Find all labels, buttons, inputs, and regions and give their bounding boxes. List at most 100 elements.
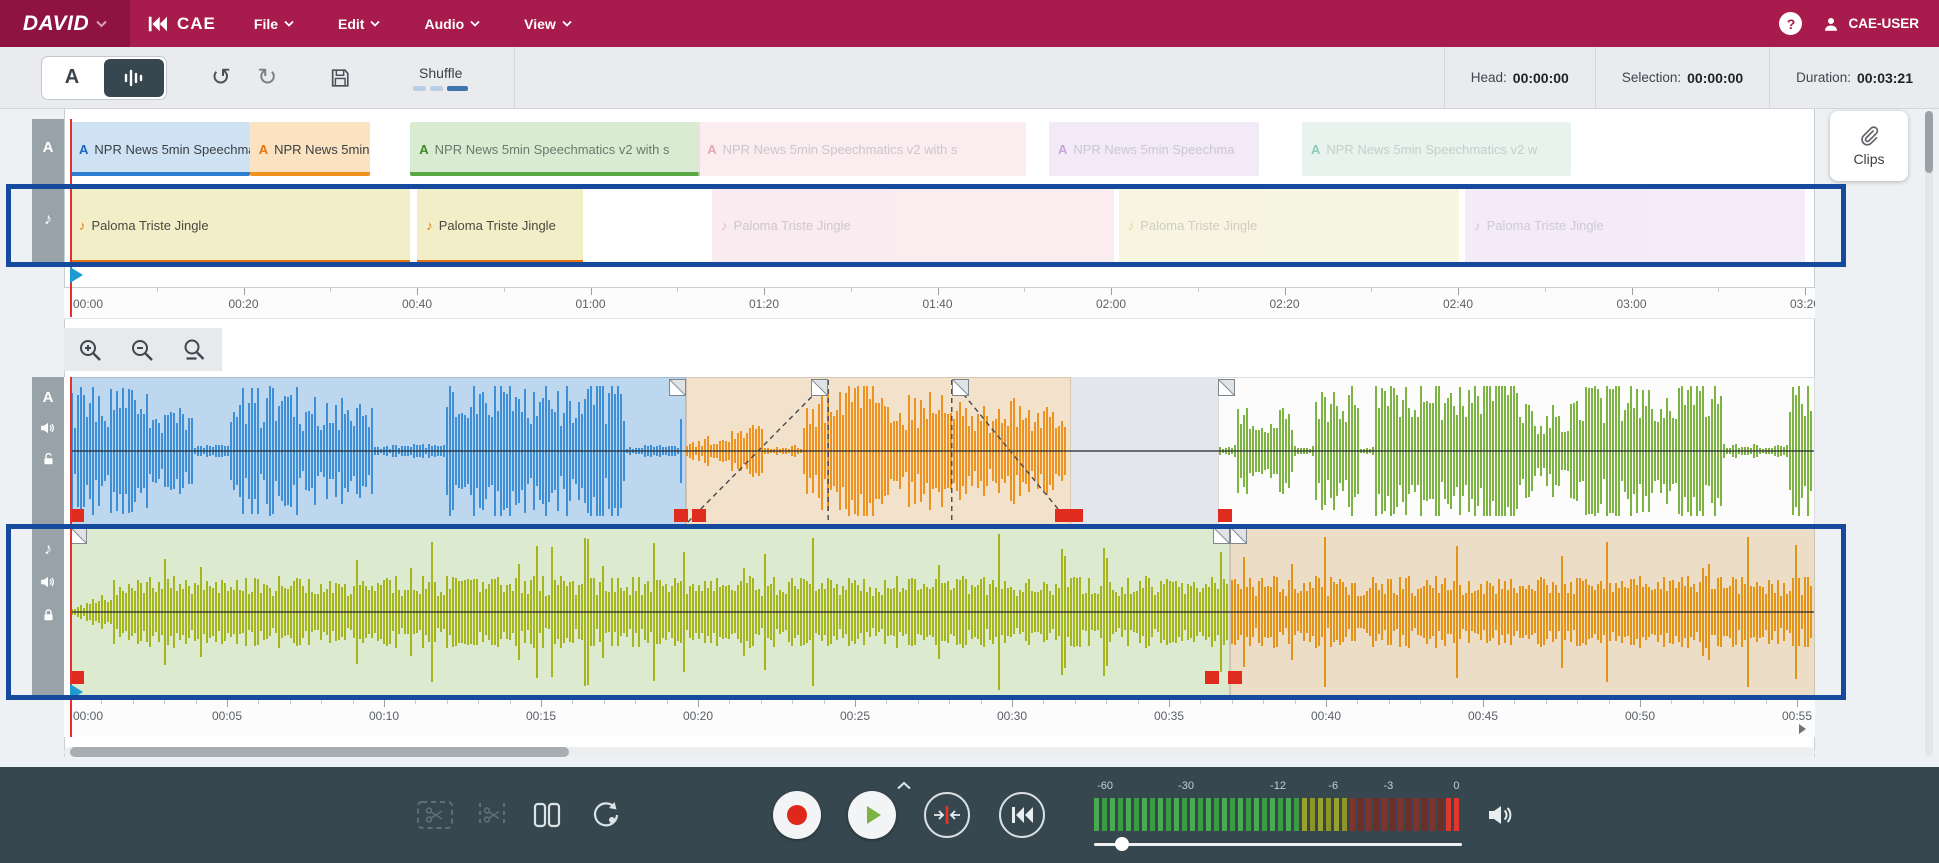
ruler-tick: [1766, 700, 1767, 704]
music-clip[interactable]: ♪Paloma Triste Jingle: [1465, 186, 1805, 264]
fade-handle[interactable]: [1230, 527, 1247, 544]
ruler-tick: [1703, 700, 1704, 704]
waveform-mode-button[interactable]: [104, 59, 164, 97]
music-track-icon[interactable]: ♪: [32, 211, 64, 229]
fade-handle[interactable]: [669, 379, 686, 396]
music-clip[interactable]: ♪Paloma Triste Jingle: [70, 186, 410, 264]
undo-button[interactable]: ↺: [211, 63, 231, 92]
ruler-tick: [729, 700, 730, 704]
zoom-out-button[interactable]: [116, 328, 168, 371]
fade-handle[interactable]: [1213, 527, 1230, 544]
shuffle-tool[interactable]: Shuffle: [413, 65, 468, 91]
speaker-icon[interactable]: [32, 575, 64, 594]
clip-label: NPR News 5min Speechmatics v2 with s: [435, 142, 670, 157]
track-type-a-icon[interactable]: A: [32, 389, 64, 406]
retake-icon: [588, 800, 622, 830]
scroll-right-arrow[interactable]: [1799, 724, 1806, 734]
ruler-tick: [1458, 288, 1459, 295]
stat-label: Head:: [1471, 70, 1507, 85]
ruler-tick: [604, 700, 605, 704]
vertical-scrollbar[interactable]: [1925, 111, 1933, 756]
play-button[interactable]: [848, 791, 896, 839]
cut-at-playhead-icon: [475, 799, 509, 831]
volume-slider-handle[interactable]: [1115, 837, 1129, 851]
david-logo[interactable]: DAVID: [0, 0, 130, 47]
fade-handle[interactable]: [70, 527, 87, 544]
help-icon: ?: [1787, 16, 1796, 32]
skip-to-start-button[interactable]: [999, 792, 1045, 838]
speech-clip[interactable]: ANPR News 5min Speechmatics v2 w: [1302, 122, 1571, 176]
horizontal-scrollbar[interactable]: [64, 747, 1815, 757]
speech-clip[interactable]: ANPR News 5min Speechmatics v2 with s: [70, 122, 250, 176]
lock-closed-icon[interactable]: [32, 607, 64, 629]
fade-handle[interactable]: [1218, 379, 1235, 396]
record-button[interactable]: [773, 791, 821, 839]
clip-edge-marker[interactable]: [1218, 509, 1232, 522]
ruler-tick: [886, 700, 887, 704]
razor-selection-button[interactable]: [416, 799, 454, 831]
clip-edge-marker[interactable]: [1055, 509, 1069, 522]
text-mode-label: A: [65, 66, 79, 88]
redo-button[interactable]: ↻: [257, 63, 277, 92]
music-clip[interactable]: ♪Paloma Triste Jingle: [417, 186, 583, 264]
monitor-speaker-icon[interactable]: [1487, 803, 1515, 827]
level-meter-scale: -60-30-12-6-30: [1094, 780, 1462, 793]
help-button[interactable]: ?: [1779, 12, 1802, 35]
music-clip[interactable]: ♪Paloma Triste Jingle: [1119, 186, 1459, 264]
paloma-jingle-clip-olive[interactable]: [70, 525, 1230, 699]
ruler-tick: [1012, 700, 1013, 707]
clip-edge-marker[interactable]: [1069, 509, 1083, 522]
speech-clip[interactable]: A NPR News 5min Speechmatics v2 with s: [410, 122, 700, 176]
overview-timeline-ruler[interactable]: 00:0000:2000:4001:0001:2001:4002:0002:20…: [64, 287, 1815, 319]
paloma-jingle-clip-orange[interactable]: [1230, 525, 1815, 699]
play-options-caret-icon[interactable]: [896, 781, 912, 790]
volume-slider[interactable]: [1094, 837, 1462, 851]
speech-clip[interactable]: ANPR News 5min Speechmatics v2 with s: [698, 122, 1026, 176]
zoom-to-selection-button[interactable]: [168, 328, 220, 371]
save-button[interactable]: [329, 67, 351, 89]
speech-clip[interactable]: ANPR News 5min Speechmatics v2 with s: [250, 122, 370, 176]
lock-open-icon[interactable]: [32, 451, 64, 473]
text-mode-button[interactable]: A: [42, 66, 102, 89]
clip-edge-marker[interactable]: [674, 509, 688, 522]
horizontal-scrollbar-thumb[interactable]: [70, 747, 569, 757]
ruler-label: 00:00: [73, 709, 103, 723]
split-view-button[interactable]: [532, 800, 562, 830]
clip-edge-marker[interactable]: [692, 509, 706, 522]
cut-at-playhead-button[interactable]: [475, 799, 509, 831]
go-to-playhead-button[interactable]: [924, 792, 970, 838]
speech-track-icon[interactable]: A: [32, 139, 64, 156]
main-playhead-marker[interactable]: [70, 684, 83, 700]
npr-speech-clip-green[interactable]: [1218, 377, 1815, 525]
clip-edge-marker[interactable]: [70, 509, 84, 522]
clip-edge-marker[interactable]: [1205, 671, 1219, 684]
menu-view[interactable]: View: [524, 16, 572, 32]
ruler-tick: [949, 700, 950, 704]
clips-panel-button[interactable]: Clips: [1830, 111, 1908, 181]
retake-button[interactable]: [588, 800, 622, 830]
ruler-tick: [157, 288, 158, 292]
volume-slider-track[interactable]: [1094, 843, 1462, 846]
speaker-icon[interactable]: [32, 421, 64, 440]
clip-edge-marker[interactable]: [70, 671, 84, 684]
npr-speech-clip-blue[interactable]: [70, 377, 686, 525]
zoom-in-button[interactable]: [64, 328, 116, 371]
fade-handle[interactable]: [811, 379, 828, 396]
vertical-scrollbar-thumb[interactable]: [1925, 111, 1933, 173]
clip-edge-marker[interactable]: [1228, 671, 1242, 684]
speech-type-icon: A: [419, 142, 428, 157]
speech-clip[interactable]: ANPR News 5min Speechma: [1049, 122, 1259, 176]
fade-handle[interactable]: [952, 379, 969, 396]
meter-segment: [1382, 798, 1387, 831]
menu-audio[interactable]: Audio: [424, 16, 480, 32]
main-timeline-ruler[interactable]: 00:0000:0500:1000:1500:2000:2500:3000:35…: [64, 699, 1815, 737]
music-clip[interactable]: ♪Paloma Triste Jingle: [712, 186, 1113, 264]
menu-edit[interactable]: Edit: [338, 16, 380, 32]
overview-playhead-marker[interactable]: [70, 267, 83, 283]
clip-label: NPR News 5min Speechmatics v2 with s: [94, 142, 249, 157]
meter-segment: [1302, 798, 1307, 831]
menu-file[interactable]: File: [254, 16, 294, 32]
npr-speech-clip-orange[interactable]: [686, 377, 1071, 525]
user-menu[interactable]: CAE-USER: [1822, 15, 1919, 33]
track-type-music-icon[interactable]: ♪: [32, 541, 64, 559]
